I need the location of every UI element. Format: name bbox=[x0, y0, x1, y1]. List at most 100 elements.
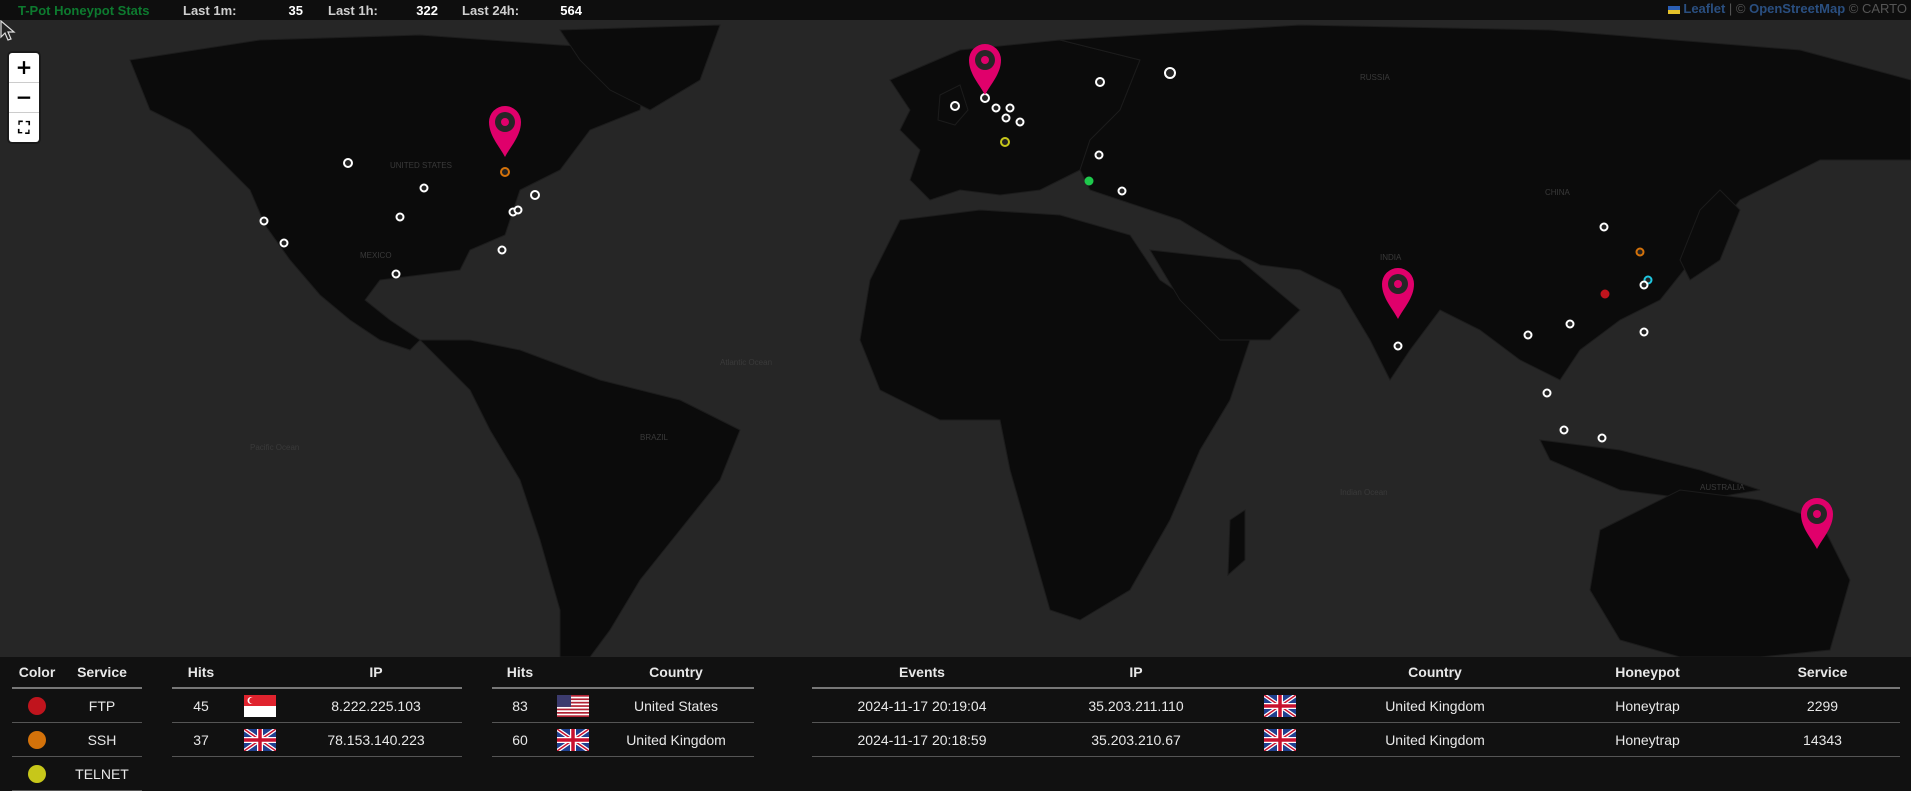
label-pacific: Pacific Ocean bbox=[250, 443, 299, 452]
table-row: 2024-11-17 20:18:59 35.203.210.67 United… bbox=[812, 722, 1900, 757]
attack-dot[interactable] bbox=[1393, 341, 1403, 351]
attack-dot[interactable] bbox=[1599, 222, 1609, 232]
zoom-in-button[interactable]: + bbox=[9, 53, 39, 83]
events-honeypot-header: Honeypot bbox=[1550, 657, 1745, 689]
ftp-color-dot bbox=[28, 696, 46, 715]
attack-dot[interactable] bbox=[343, 158, 353, 168]
ip-address: 8.222.225.103 bbox=[290, 688, 462, 723]
attack-dot[interactable] bbox=[1523, 330, 1533, 340]
world-map-graphic: UNITED STATES MEXICO BRAZIL RUSSIA CHINA… bbox=[129, 24, 1911, 657]
country-hits-header: Hits bbox=[492, 657, 548, 689]
attack-dot[interactable] bbox=[1639, 327, 1649, 337]
events-service-header: Service bbox=[1745, 657, 1900, 689]
attack-dot[interactable] bbox=[950, 101, 960, 111]
country-hits: 83 bbox=[492, 688, 548, 723]
top-country-table: Hits Country 83 United States 60 United … bbox=[492, 657, 754, 757]
attack-dot[interactable] bbox=[980, 93, 990, 103]
attack-dot[interactable] bbox=[497, 245, 507, 255]
attack-dot-ssh[interactable] bbox=[1635, 247, 1645, 257]
attack-dot[interactable] bbox=[259, 216, 269, 226]
last-1h-label: Last 1h: bbox=[328, 2, 378, 18]
attack-dot[interactable] bbox=[513, 205, 523, 215]
ip-address: 78.153.140.223 bbox=[290, 722, 462, 757]
label-china: CHINA bbox=[1545, 188, 1571, 197]
carto-link[interactable]: © CARTO bbox=[1845, 1, 1907, 16]
attack-dot[interactable] bbox=[279, 238, 289, 248]
attack-dot[interactable] bbox=[1542, 388, 1552, 398]
attack-dot[interactable] bbox=[419, 183, 429, 193]
last-24h-label: Last 24h: bbox=[462, 2, 520, 18]
osm-link[interactable]: OpenStreetMap bbox=[1749, 1, 1845, 16]
singapore-flag-icon bbox=[244, 694, 276, 717]
ip-hits: 37 bbox=[172, 722, 230, 757]
label-indian: Indian Ocean bbox=[1340, 488, 1388, 497]
attack-dot[interactable] bbox=[1559, 425, 1569, 435]
attack-dot[interactable] bbox=[530, 190, 540, 200]
attack-dot[interactable] bbox=[1117, 186, 1127, 196]
attack-dot[interactable] bbox=[395, 212, 405, 222]
label-usa: UNITED STATES bbox=[390, 161, 452, 170]
attack-dot[interactable] bbox=[1639, 280, 1649, 290]
ukraine-flag-icon bbox=[1668, 5, 1681, 14]
stats-tables: Color Service FTP SSH TELNET Hits IP 45 … bbox=[0, 657, 1911, 791]
event-timestamp: 2024-11-17 20:19:04 bbox=[812, 688, 1032, 723]
last-1h-value: 322 bbox=[416, 2, 438, 18]
attack-dot-green[interactable] bbox=[1084, 176, 1094, 186]
country-name: United States bbox=[598, 688, 754, 723]
event-honeypot: Honeytrap bbox=[1550, 722, 1745, 757]
ip-hits-header: Hits bbox=[172, 657, 230, 689]
attack-dot[interactable] bbox=[391, 269, 401, 279]
attack-dot[interactable] bbox=[1095, 77, 1105, 87]
events-ip-header: IP bbox=[1032, 657, 1240, 689]
country-name: United Kingdom bbox=[598, 722, 754, 757]
attack-dot-telnet[interactable] bbox=[1000, 137, 1010, 147]
stats-header: T-Pot Honeypot Stats Last 1m: 35 Last 1h… bbox=[0, 0, 1911, 20]
ip-flag-header bbox=[230, 657, 290, 689]
table-row: 60 United Kingdom bbox=[492, 722, 754, 757]
table-row: TELNET bbox=[12, 756, 142, 791]
attack-dot[interactable] bbox=[1001, 113, 1011, 123]
country-header: Country bbox=[598, 657, 754, 689]
last-24h-value: 564 bbox=[560, 2, 582, 18]
uk-flag-icon bbox=[244, 728, 276, 751]
us-flag-icon bbox=[557, 694, 589, 717]
uk-flag-icon bbox=[557, 728, 589, 751]
event-ip: 35.203.210.67 bbox=[1032, 722, 1240, 757]
attack-dot[interactable] bbox=[1015, 117, 1025, 127]
table-row: 83 United States bbox=[492, 688, 754, 723]
fullscreen-button[interactable]: ⛶ bbox=[9, 113, 39, 142]
label-india: INDIA bbox=[1380, 253, 1402, 262]
label-australia: AUSTRALIA bbox=[1700, 483, 1745, 492]
table-row: 45 8.222.225.103 bbox=[172, 688, 462, 723]
attack-dot[interactable] bbox=[1565, 319, 1575, 329]
table-row: 37 78.153.140.223 bbox=[172, 722, 462, 757]
attack-dot-ssh[interactable] bbox=[500, 167, 510, 177]
legend-service-header: Service bbox=[62, 657, 142, 689]
leaflet-link[interactable]: Leaflet bbox=[1683, 1, 1725, 16]
event-honeypot: Honeytrap bbox=[1550, 688, 1745, 723]
map-attribution: Leaflet | © OpenStreetMap © CARTO bbox=[1668, 1, 1907, 16]
ssh-color-dot bbox=[28, 730, 46, 749]
attack-dot[interactable] bbox=[1597, 433, 1607, 443]
attack-dot[interactable] bbox=[1005, 103, 1015, 113]
events-flag-header bbox=[1240, 657, 1320, 689]
event-timestamp: 2024-11-17 20:18:59 bbox=[812, 722, 1032, 757]
service-legend-table: Color Service FTP SSH TELNET bbox=[12, 657, 142, 791]
events-country-header: Country bbox=[1320, 657, 1550, 689]
attack-dot[interactable] bbox=[1164, 67, 1176, 79]
table-row: SSH bbox=[12, 722, 142, 757]
country-flag-header bbox=[548, 657, 598, 689]
table-row: FTP bbox=[12, 688, 142, 723]
uk-flag-icon bbox=[1264, 728, 1296, 751]
zoom-out-button[interactable]: − bbox=[9, 83, 39, 113]
attack-dot[interactable] bbox=[991, 103, 1001, 113]
attack-dot[interactable] bbox=[1094, 150, 1104, 160]
last-1m-label: Last 1m: bbox=[183, 2, 237, 18]
attack-map[interactable]: UNITED STATES MEXICO BRAZIL RUSSIA CHINA… bbox=[0, 20, 1911, 657]
telnet-color-dot bbox=[28, 764, 46, 783]
event-country: United Kingdom bbox=[1320, 722, 1550, 757]
label-mexico: MEXICO bbox=[360, 251, 392, 260]
event-service: 14343 bbox=[1745, 722, 1900, 757]
top-ip-table: Hits IP 45 8.222.225.103 37 78.153.140.2… bbox=[172, 657, 462, 757]
attack-dot-ftp[interactable] bbox=[1600, 289, 1610, 299]
